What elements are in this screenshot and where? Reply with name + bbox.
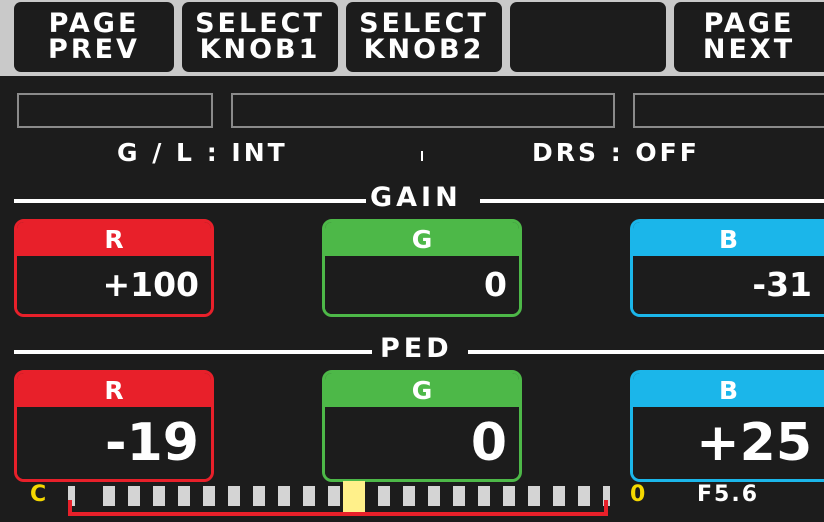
softkey-line2: KNOB1 xyxy=(199,34,321,65)
meter-segment xyxy=(503,486,515,506)
ped-title: PED xyxy=(380,333,453,364)
meter-segment xyxy=(578,486,590,506)
ped-rule-left xyxy=(14,350,372,354)
meter-range-cap-left xyxy=(68,500,72,516)
select-knob2-button[interactable]: SELECT KNOB2 xyxy=(346,2,502,72)
page-next-button[interactable]: PAGE NEXT xyxy=(674,2,824,72)
gain-b-channel[interactable]: B -31 xyxy=(630,219,824,317)
meter-range-cap-right xyxy=(604,500,608,516)
gl-status: G / L : INT xyxy=(117,138,288,167)
meter-segment xyxy=(203,486,215,506)
meter-segment xyxy=(553,486,565,506)
select-knob1-button[interactable]: SELECT KNOB1 xyxy=(182,2,338,72)
meter-segment xyxy=(453,486,465,506)
meter-segment xyxy=(153,486,165,506)
meter-segment xyxy=(128,486,140,506)
meter-segment xyxy=(403,486,415,506)
gain-r-value: +100 xyxy=(17,256,211,314)
ped-g-value: 0 xyxy=(325,407,519,479)
status-box-center xyxy=(231,93,615,128)
f-stop-value: F5.6 xyxy=(697,482,760,507)
gain-b-label: B xyxy=(633,222,824,256)
blank-softkey[interactable] xyxy=(510,2,666,72)
ped-r-label: R xyxy=(17,373,211,407)
meter-segment xyxy=(178,486,190,506)
ped-g-channel[interactable]: G 0 xyxy=(322,370,522,482)
gain-title: GAIN xyxy=(370,182,462,213)
meter-segment xyxy=(278,486,290,506)
meter-segment xyxy=(478,486,490,506)
gain-r-channel[interactable]: R +100 xyxy=(14,219,214,317)
ped-rule-right xyxy=(468,350,824,354)
meter-segment xyxy=(378,486,390,506)
ped-r-channel[interactable]: R -19 xyxy=(14,370,214,482)
gain-rule-right xyxy=(480,199,824,203)
ped-b-channel[interactable]: B +25 xyxy=(630,370,824,482)
meter-segment xyxy=(228,486,240,506)
softkey-line2: NEXT xyxy=(702,34,796,65)
softkey-bar: PAGE PREV SELECT KNOB1 SELECT KNOB2 PAGE… xyxy=(0,0,824,76)
meter-segment xyxy=(428,486,440,506)
meter-segment xyxy=(303,486,315,506)
meter-segment xyxy=(528,486,540,506)
softkey-line2: PREV xyxy=(48,34,140,65)
gain-g-label: G xyxy=(325,222,519,256)
ped-b-value: +25 xyxy=(633,407,824,479)
ped-r-value: -19 xyxy=(17,407,211,479)
ped-b-label: B xyxy=(633,373,824,407)
meter-segment xyxy=(253,486,265,506)
page-prev-button[interactable]: PAGE PREV xyxy=(14,2,174,72)
gain-rule-left xyxy=(14,199,366,203)
meter-segment xyxy=(103,486,115,506)
gain-g-value: 0 xyxy=(325,256,519,314)
meter-segment xyxy=(328,486,340,506)
drs-status: DRS : OFF xyxy=(532,138,700,167)
gain-g-channel[interactable]: G 0 xyxy=(322,219,522,317)
meter-cursor xyxy=(343,481,365,516)
meter-left-label: C xyxy=(30,482,47,507)
gain-r-label: R xyxy=(17,222,211,256)
meter-right-label: 0 xyxy=(630,482,646,507)
ped-g-label: G xyxy=(325,373,519,407)
softkey-line2: KNOB2 xyxy=(363,34,485,65)
gain-b-value: -31 xyxy=(633,256,824,314)
status-box-right xyxy=(633,93,824,128)
meter-range-bar xyxy=(68,512,608,516)
divider-tick xyxy=(421,151,423,161)
status-box-left xyxy=(17,93,213,128)
